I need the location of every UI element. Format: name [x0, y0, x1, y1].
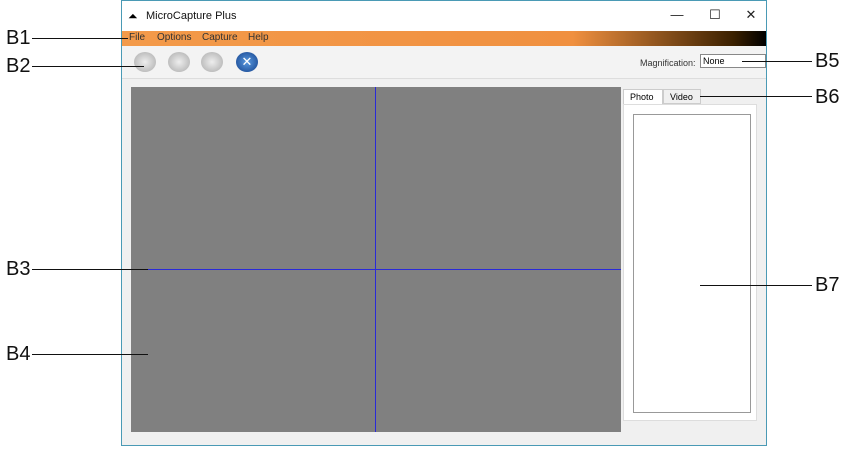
timer-icon[interactable] [201, 52, 223, 72]
exit-icon[interactable]: ✕ [236, 52, 258, 72]
toolbar: ✕ Magnification: None [122, 46, 766, 79]
title-bar: ⏶ MicroCapture Plus — ☐ ✕ [122, 1, 766, 31]
menu-file[interactable]: File [129, 32, 145, 43]
maximize-button[interactable]: ☐ [700, 7, 730, 25]
minimize-button[interactable]: — [662, 7, 692, 25]
callout-line [742, 61, 812, 62]
menu-bar: File Options Capture Help [122, 31, 766, 46]
callout-line [32, 66, 144, 67]
close-button[interactable]: ✕ [736, 7, 766, 25]
app-window: ⏶ MicroCapture Plus — ☐ ✕ File Options C… [121, 0, 767, 446]
menu-help[interactable]: Help [248, 32, 269, 43]
menu-capture[interactable]: Capture [202, 32, 238, 43]
callout-b4: B4 [6, 343, 31, 365]
crosshair-vertical [375, 87, 376, 432]
tab-photo[interactable]: Photo [623, 89, 663, 104]
callout-b2: B2 [6, 55, 31, 77]
live-view-canvas[interactable] [131, 87, 621, 432]
callout-b5: B5 [815, 50, 840, 72]
thumbnail-list[interactable] [633, 114, 751, 413]
record-video-icon[interactable] [168, 52, 190, 72]
callout-b6: B6 [815, 86, 840, 108]
magnification-label: Magnification: [640, 58, 696, 68]
window-title: MicroCapture Plus [146, 10, 237, 22]
crosshair-horizontal [131, 269, 621, 270]
callout-line [700, 285, 812, 286]
photo-panel [623, 104, 757, 421]
callout-b1: B1 [6, 27, 31, 49]
menu-options[interactable]: Options [157, 32, 191, 43]
tab-video[interactable]: Video [663, 89, 701, 104]
callout-b3: B3 [6, 258, 31, 280]
callout-line [700, 96, 812, 97]
callout-line [32, 38, 128, 39]
microscope-icon: ⏶ [128, 9, 138, 23]
callout-line [32, 354, 148, 355]
snapshot-icon[interactable] [134, 52, 156, 72]
callout-b7: B7 [815, 274, 840, 296]
callout-line [32, 269, 148, 270]
